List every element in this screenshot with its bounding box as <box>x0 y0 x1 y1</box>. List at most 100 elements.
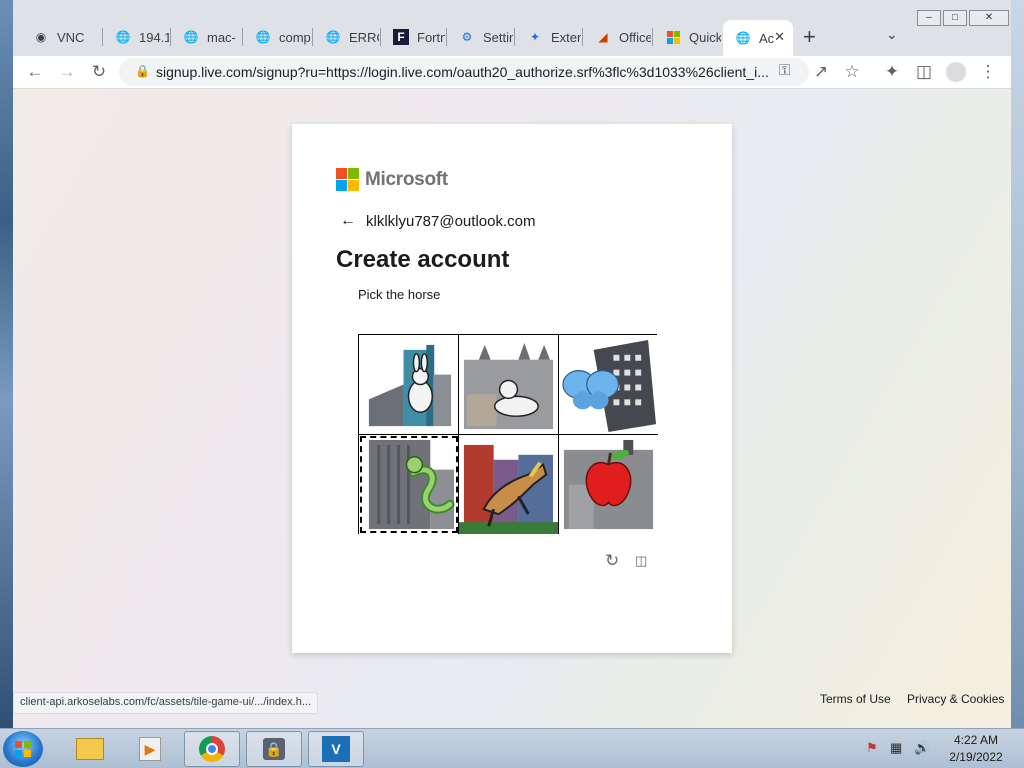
tab-label: Settin <box>483 29 513 45</box>
microsoft-icon <box>665 29 681 45</box>
network-warning-icon[interactable]: ⚑ <box>866 740 878 756</box>
back-button[interactable]: ← <box>22 60 48 84</box>
microsoft-logo: Microsoft <box>336 168 448 191</box>
tab-active-account[interactable]: 🌐 Ac ✕ <box>723 20 793 56</box>
tab-quick[interactable]: Quick <box>653 22 721 52</box>
lock-icon[interactable]: 🔒 <box>135 64 150 78</box>
back-arrow-icon[interactable]: ← <box>340 212 356 230</box>
captcha-tile-rabbit[interactable] <box>359 335 459 435</box>
signup-card: Microsoft ← klklklyu787@outlook.com Crea… <box>292 124 732 653</box>
extensions-puzzle-icon[interactable]: ✦ <box>879 60 905 84</box>
windows-logo-icon <box>15 741 31 757</box>
privacy-cookies-link[interactable]: Privacy & Cookies <box>907 692 1004 706</box>
desktop-background-right <box>1011 0 1024 728</box>
captcha-tile-seal[interactable] <box>459 335 559 435</box>
captcha-tile-apple[interactable] <box>559 435 658 534</box>
system-clock[interactable]: 4:22 AM 2/19/2022 <box>936 732 1016 766</box>
globe-icon: 🌐 <box>183 30 199 44</box>
captcha-tile-horse[interactable] <box>459 435 559 534</box>
tab-fortn[interactable]: F Fortn <box>381 22 445 52</box>
tab-label: comp <box>279 29 311 45</box>
bookmark-star-icon[interactable]: ☆ <box>839 60 865 84</box>
side-panel-icon[interactable]: ◫ <box>911 60 937 84</box>
share-icon[interactable]: ↗ <box>808 60 834 84</box>
clock-time: 4:22 AM <box>953 733 999 747</box>
key-icon[interactable]: ⚿ <box>779 62 790 79</box>
tab-settings[interactable]: ⚙ Settin <box>447 22 513 52</box>
tab-office[interactable]: ◢ Office <box>583 22 651 52</box>
seal-tile-image <box>463 342 554 430</box>
forward-button[interactable]: → <box>54 60 80 84</box>
vnc-viewer-icon[interactable]: V <box>308 731 364 767</box>
snake-tile-image <box>368 439 455 530</box>
office-icon: ◢ <box>598 30 608 44</box>
security-lock-icon[interactable]: 🔒 <box>246 731 302 767</box>
vnc-icon: ◉ <box>35 30 47 44</box>
microsoft-logo-squares-icon <box>336 168 359 191</box>
tab-label: Ac <box>759 30 775 46</box>
captcha-tile-snake[interactable] <box>359 435 459 534</box>
volume-icon[interactable]: 🔊 <box>914 740 930 756</box>
globe-icon: 🌐 <box>735 31 751 45</box>
horse-tile-image <box>459 444 558 534</box>
globe-icon: 🌐 <box>115 30 131 44</box>
taskbar: ▶ 🔒 V ⚑ ▦ 🔊 4:22 AM 2/19/2022 <box>0 728 1024 768</box>
menu-kebab-icon[interactable]: ⋮ <box>975 60 1001 84</box>
tab-194[interactable]: 🌐 194.1 <box>103 22 169 52</box>
refresh-captcha-icon[interactable]: ↻ <box>605 551 619 571</box>
captcha-prompt: Pick the horse <box>358 287 441 302</box>
clock-date: 2/19/2022 <box>949 750 1003 764</box>
tab-label: Fortn <box>417 29 445 45</box>
butterfly-tile-image <box>562 339 657 433</box>
tab-erro[interactable]: 🌐 ERRO <box>313 22 379 52</box>
audio-captcha-icon[interactable]: ◫ <box>635 553 647 569</box>
tab-label: mac- <box>207 29 236 45</box>
close-window-button[interactable]: ✕ <box>969 10 1009 26</box>
captcha-tile-grid <box>358 334 658 534</box>
chrome-icon[interactable] <box>184 731 240 767</box>
desktop-background-left <box>0 0 13 728</box>
address-bar[interactable]: 🔒 signup.live.com/signup?ru=https://logi… <box>119 58 809 86</box>
tab-comp[interactable]: 🌐 comp <box>243 22 311 52</box>
tab-label: Exten <box>551 29 581 45</box>
apple-tile-image <box>563 439 654 530</box>
page-title: Create account <box>336 246 510 273</box>
profile-avatar-icon[interactable] <box>943 60 969 84</box>
identity-email: klklklyu787@outlook.com <box>366 212 536 230</box>
globe-icon: 🌐 <box>255 30 271 44</box>
gear-icon: ⚙ <box>461 30 473 44</box>
tab-label: Office <box>619 29 651 45</box>
maximize-button[interactable]: □ <box>943 10 967 26</box>
reload-button[interactable]: ↻ <box>86 60 112 84</box>
tab-mac[interactable]: 🌐 mac- <box>171 22 241 52</box>
tab-label: ERRO <box>349 29 379 45</box>
window-controls: – □ ✕ <box>915 10 1009 28</box>
chevron-down-icon[interactable]: ⌄ <box>886 26 898 43</box>
tab-label: VNC <box>57 29 85 45</box>
tab-label: Quick <box>689 29 721 45</box>
close-tab-icon[interactable]: ✕ <box>774 29 785 45</box>
tab-strip: ◉ VNC 🌐 194.1 🌐 mac- 🌐 comp 🌐 ERRO F For… <box>13 0 1011 56</box>
tab-vnc[interactable]: ◉ VNC <box>21 22 101 52</box>
minimize-button[interactable]: – <box>917 10 941 26</box>
network-icon[interactable]: ▦ <box>890 740 902 756</box>
identity-banner[interactable]: ← klklklyu787@outlook.com <box>340 212 535 230</box>
url-text[interactable]: signup.live.com/signup?ru=https://login.… <box>156 64 776 80</box>
file-explorer-icon[interactable] <box>62 731 118 767</box>
brand-name: Microsoft <box>365 168 448 190</box>
start-button[interactable] <box>3 731 43 767</box>
status-bar-url: client-api.arkoselabs.com/fc/assets/tile… <box>13 692 319 714</box>
fortnite-icon: F <box>393 29 409 45</box>
browser-window: ◉ VNC 🌐 194.1 🌐 mac- 🌐 comp 🌐 ERRO F For… <box>13 0 1011 728</box>
tab-extensions[interactable]: ✦ Exten <box>515 22 581 52</box>
captcha-tile-butterfly[interactable] <box>559 335 658 435</box>
terms-of-use-link[interactable]: Terms of Use <box>820 692 891 706</box>
rabbit-tile-image <box>368 344 452 427</box>
media-player-icon[interactable]: ▶ <box>122 731 178 767</box>
puzzle-icon: ✦ <box>529 30 541 44</box>
new-tab-button[interactable]: + <box>803 24 816 50</box>
browser-toolbar: ← → ↻ 🔒 signup.live.com/signup?ru=https:… <box>13 56 1011 89</box>
tab-label: 194.1 <box>139 29 169 45</box>
page-content: Microsoft ← klklklyu787@outlook.com Crea… <box>13 89 1011 728</box>
globe-icon: 🌐 <box>325 30 341 44</box>
